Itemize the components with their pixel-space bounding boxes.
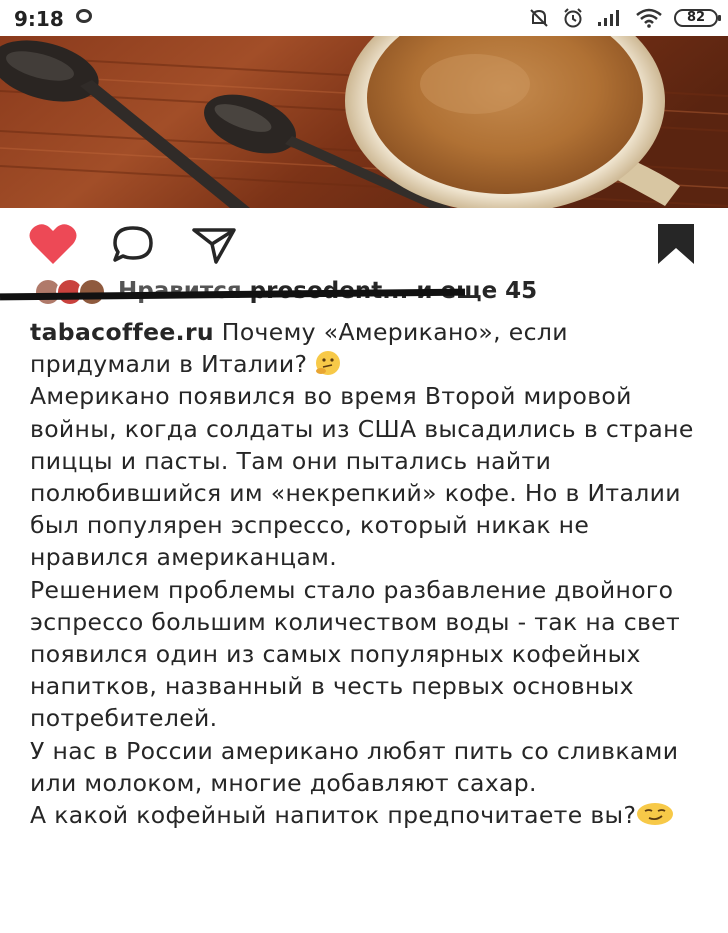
status-icons: 82: [528, 6, 721, 30]
status-bar: 9:18 82: [0, 0, 728, 36]
wifi-icon: [636, 8, 662, 28]
caption-paragraph-1: Американо появился во время Второй миров…: [30, 382, 694, 572]
bell-off-icon: [530, 9, 548, 27]
signal-icon: [598, 10, 619, 26]
post-actions: [0, 208, 728, 270]
coffee-photo-illustration: [0, 36, 728, 208]
alarm-icon: [564, 8, 582, 28]
status-time: 9:18: [14, 7, 64, 31]
battery-level: 82: [686, 10, 706, 25]
bookmark-icon[interactable]: [656, 222, 696, 266]
caption-paragraph-3: У нас в России американо любят пить со с…: [30, 736, 679, 797]
battery-icon: 82: [674, 9, 721, 27]
smirking-face-emoji: [637, 803, 674, 826]
share-icon[interactable]: [190, 224, 238, 266]
heart-icon[interactable]: [28, 222, 78, 266]
caption-title-line: tabacoffee.ru Почему «Американо», если п…: [30, 316, 710, 380]
comment-icon[interactable]: [110, 224, 156, 266]
caption-paragraph-4: А какой кофейный напиток предпочитаете в…: [30, 799, 710, 831]
thinking-face-emoji: [316, 351, 341, 376]
caption-username[interactable]: tabacoffee.ru: [30, 318, 214, 346]
caption-question: А какой кофейный напиток предпочитаете в…: [30, 801, 637, 830]
chat-bubble-icon: [76, 9, 92, 23]
post-caption: tabacoffee.ru Почему «Американо», если п…: [30, 316, 710, 831]
likes-row[interactable]: Нравится prosodent... и еще 45: [0, 272, 728, 312]
post-photo[interactable]: [0, 36, 728, 208]
caption-paragraph-2: Решением проблемы стало разбавление двой…: [30, 575, 681, 733]
